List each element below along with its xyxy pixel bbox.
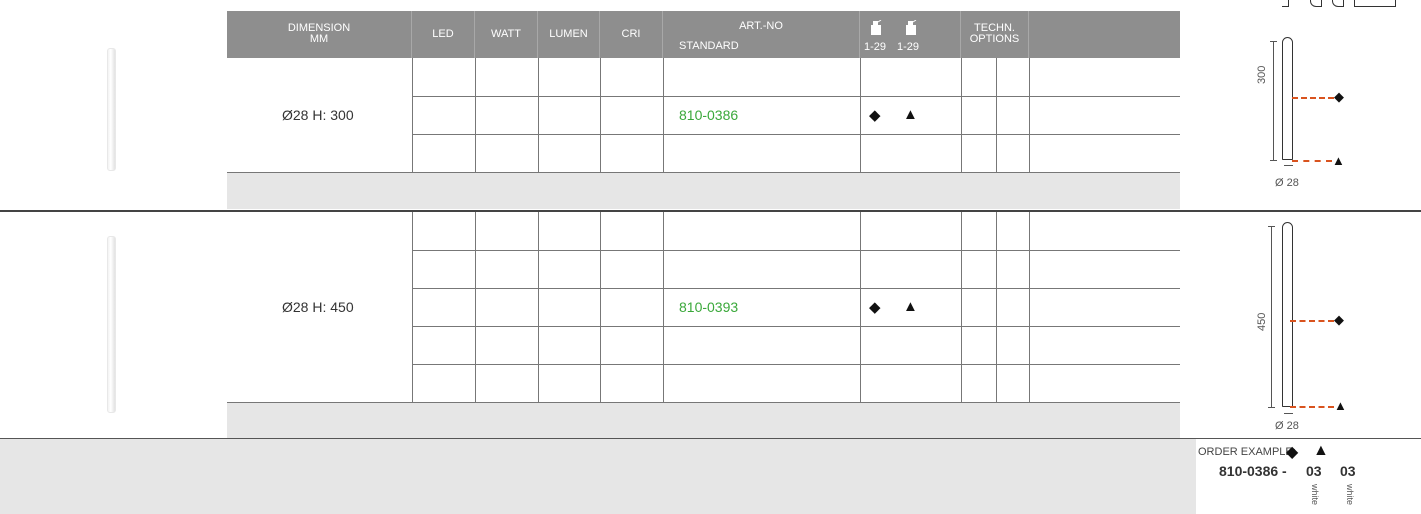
partial-icons xyxy=(1262,0,1421,8)
order-color-2: white xyxy=(1345,484,1355,506)
order-code: 810-0386 - xyxy=(1219,463,1287,479)
product-image-1 xyxy=(107,48,116,171)
order-diamond-icon: ◆ xyxy=(1286,444,1299,461)
diameter-label-1: Ø 28 xyxy=(1275,177,1299,189)
order-num-2: 03 xyxy=(1340,463,1356,479)
header-dimension: DIMENSION MM xyxy=(227,11,412,58)
order-color-1: white xyxy=(1310,484,1320,506)
order-example-label: ORDER EXAMPLE: xyxy=(1198,446,1296,458)
triangle-icon-2: ▲ xyxy=(903,298,918,315)
header-techn-options: TECHN. OPTIONS xyxy=(961,11,1029,58)
diamond-icon-1: ◆ xyxy=(869,107,881,124)
header-blank xyxy=(1029,11,1180,58)
header-led: LED xyxy=(412,11,475,58)
order-triangle-icon: ▲ xyxy=(1313,442,1329,459)
grey-band-1 xyxy=(227,173,1180,209)
article-number-1: 810-0386 xyxy=(679,107,739,123)
row-separator xyxy=(0,210,1421,212)
diameter-label-2: Ø 28 xyxy=(1275,420,1299,432)
fixture-outline-2 xyxy=(1282,222,1293,407)
table-header: DIMENSION MM LED WATT LUMEN CRI ART.-NO … xyxy=(227,11,1180,58)
article-number-2: 810-0393 xyxy=(679,299,739,315)
header-watt: WATT xyxy=(475,11,538,58)
header-art-no: ART.-NO STANDARD xyxy=(663,11,860,58)
bracket-icon xyxy=(1282,0,1289,7)
dimension-2: Ø28 H: 450 xyxy=(282,299,354,315)
box-icon xyxy=(1354,0,1396,7)
diamond-icon-2: ◆ xyxy=(869,299,881,316)
height-label-1: 300 xyxy=(1256,65,1268,84)
product-image-2 xyxy=(107,236,116,413)
lamp-icon xyxy=(871,20,882,35)
clip-icon-2 xyxy=(1332,0,1344,7)
order-num-1: 03 xyxy=(1306,463,1322,479)
triangle-icon-1: ▲ xyxy=(903,106,918,123)
diamond-marker-2: ◆ xyxy=(1334,312,1344,327)
grey-band-2 xyxy=(227,403,1180,438)
triangle-marker-2: ▲ xyxy=(1334,398,1347,413)
dimension-1: Ø28 H: 300 xyxy=(282,107,354,123)
header-colors: 1-29 1-29 xyxy=(860,11,961,58)
lamp-icon-2 xyxy=(906,20,917,35)
height-label-2: 450 xyxy=(1256,312,1268,331)
header-lumen: LUMEN xyxy=(538,11,600,58)
triangle-marker-1: ▲ xyxy=(1332,153,1345,168)
clip-icon xyxy=(1310,0,1322,7)
diamond-marker-1: ◆ xyxy=(1334,89,1344,104)
header-cri: CRI xyxy=(600,11,663,58)
bottom-band xyxy=(0,439,1196,514)
